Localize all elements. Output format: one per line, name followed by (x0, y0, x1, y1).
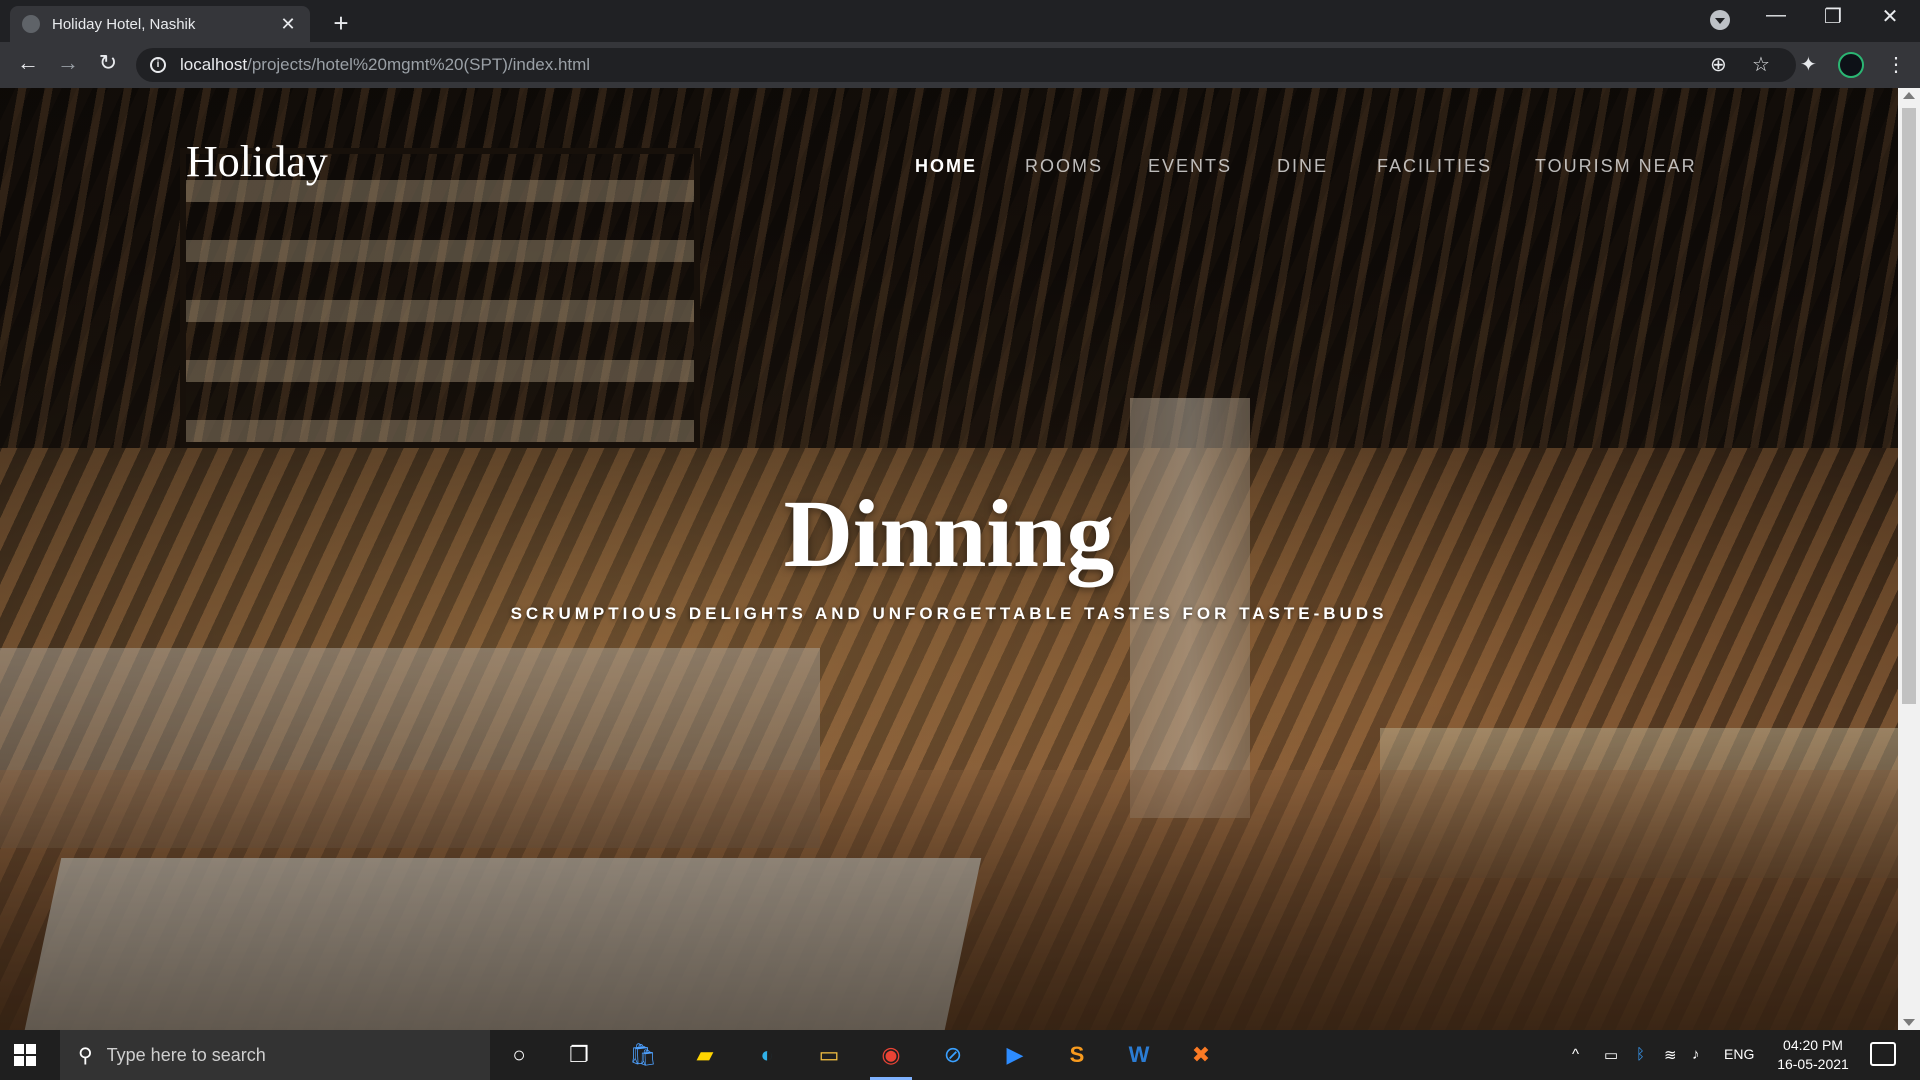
hero-title: Dinning (783, 480, 1115, 587)
clock-date: 16-05-2021 (1777, 1056, 1849, 1072)
tab-search-icon[interactable] (1710, 10, 1730, 30)
wifi-icon[interactable]: ≋ (1664, 1046, 1677, 1064)
url-path: /projects/hotel%20mgmt%20(SPT)/index.htm… (247, 55, 591, 74)
tab-close-icon[interactable]: ✕ (278, 14, 298, 35)
address-bar[interactable]: i localhost /projects/hotel%20mgmt%20(SP… (136, 48, 1796, 82)
sticky-notes-icon[interactable]: ▰ (688, 1038, 722, 1072)
xampp-icon[interactable]: ✖ (1184, 1038, 1218, 1072)
tab-favicon-icon (22, 15, 40, 33)
file-explorer-icon[interactable]: ▭ (812, 1038, 846, 1072)
tray-overflow-icon[interactable]: ^ (1572, 1046, 1579, 1063)
cortana-icon[interactable]: ○ (502, 1038, 536, 1072)
task-view-icon[interactable]: ❐ (562, 1038, 596, 1072)
windows-start-icon[interactable] (14, 1044, 36, 1066)
chrome-icon[interactable]: ◉ (870, 1038, 912, 1080)
page-scrollbar[interactable] (1898, 88, 1920, 1030)
reload-button[interactable]: ↻ (92, 50, 124, 76)
volume-icon[interactable]: ♪ (1692, 1046, 1700, 1063)
nav-rooms[interactable]: ROOMS (1025, 156, 1103, 177)
page-viewport: Holiday HOME ROOMS EVENTS DINE FACILITIE… (0, 88, 1898, 1030)
browser-menu-icon[interactable]: ⋮ (1886, 52, 1906, 77)
browser-toolbar: ← → ↻ i localhost /projects/hotel%20mgmt… (0, 42, 1920, 88)
site-logo[interactable]: Holiday (186, 136, 328, 187)
windows-taskbar: ⚲ Type here to search ○ ❐ 🛍 ▰ ◐ ▭ ◉ ⊘ ▶ … (0, 1030, 1920, 1080)
back-button[interactable]: ← (12, 50, 44, 76)
nav-home[interactable]: HOME (915, 156, 977, 177)
store-icon[interactable]: 🛍 (626, 1038, 660, 1072)
search-icon: ⚲ (78, 1044, 93, 1067)
minimize-button[interactable]: — (1756, 4, 1796, 27)
url-host: localhost (180, 55, 248, 74)
bookmark-star-icon[interactable]: ☆ (1752, 52, 1770, 77)
scrollbar-thumb[interactable] (1902, 108, 1916, 704)
zoom-icon[interactable]: ⊕ (1710, 52, 1727, 77)
close-window-button[interactable]: ✕ (1870, 4, 1910, 29)
hero-subtitle: SCRUMPTIOUS DELIGHTS AND UNFORGETTABLE T… (510, 604, 1388, 623)
extensions-icon[interactable]: ✦ (1800, 52, 1817, 77)
bluetooth-icon[interactable]: ᛒ (1636, 1046, 1645, 1063)
tab-title: Holiday Hotel, Nashik (52, 15, 196, 33)
safari-like-icon[interactable]: ⊘ (936, 1038, 970, 1072)
battery-icon[interactable]: ▭ (1604, 1046, 1618, 1064)
site-info-icon[interactable]: i (150, 57, 166, 73)
notification-center-icon[interactable] (1870, 1042, 1896, 1066)
scroll-up-icon[interactable] (1903, 92, 1915, 99)
nav-events[interactable]: EVENTS (1148, 156, 1232, 177)
word-icon[interactable]: W (1122, 1038, 1156, 1072)
new-tab-button[interactable]: + (326, 8, 356, 39)
zoom-icon[interactable]: ▶ (998, 1038, 1032, 1072)
scroll-down-icon[interactable] (1903, 1019, 1915, 1026)
forward-button[interactable]: → (52, 50, 84, 76)
nav-facilities[interactable]: FACILITIES (1377, 156, 1492, 177)
nav-dine[interactable]: DINE (1277, 156, 1328, 177)
restore-button[interactable]: ❐ (1813, 4, 1853, 29)
sublime-icon[interactable]: S (1060, 1038, 1094, 1072)
browser-tab-strip: Holiday Hotel, Nashik ✕ + — ❐ ✕ (0, 0, 1920, 42)
profile-avatar[interactable] (1838, 52, 1864, 78)
nav-tourism-near[interactable]: TOURISM NEAR (1535, 156, 1697, 177)
system-clock[interactable]: 04:20 PM 16-05-2021 (1770, 1036, 1856, 1074)
edge-icon[interactable]: ◐ (750, 1038, 784, 1072)
clock-time: 04:20 PM (1783, 1037, 1843, 1053)
browser-tab[interactable]: Holiday Hotel, Nashik ✕ (10, 6, 310, 42)
language-indicator[interactable]: ENG (1724, 1046, 1754, 1062)
taskbar-search-input[interactable]: ⚲ Type here to search (60, 1030, 490, 1080)
search-placeholder: Type here to search (106, 1044, 266, 1065)
